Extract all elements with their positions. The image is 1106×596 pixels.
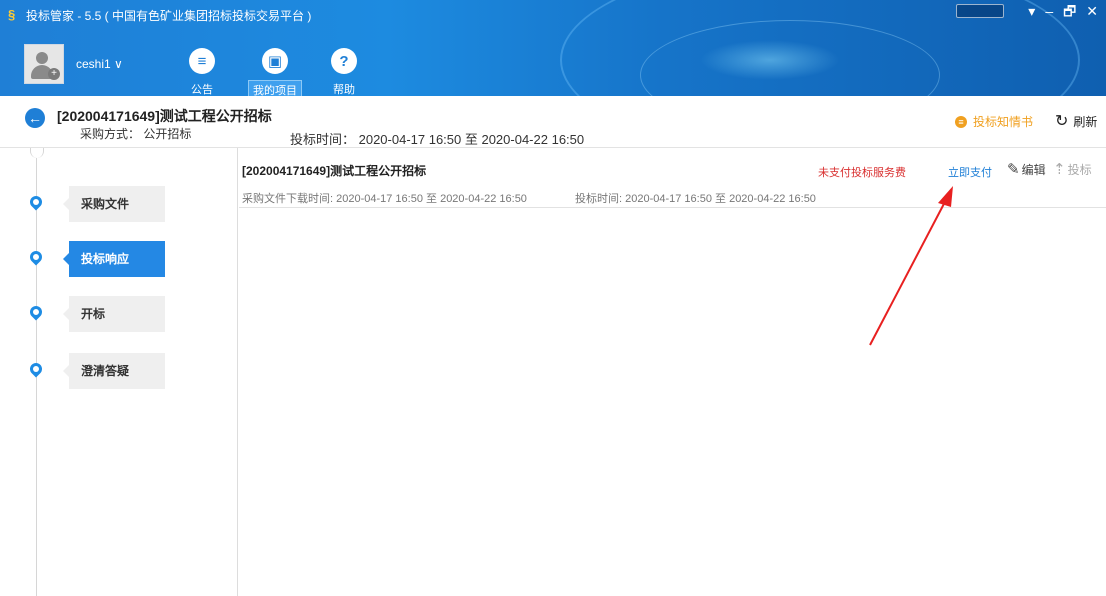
step-label[interactable]: 开标 — [63, 296, 165, 332]
bid-button[interactable]: ⇡ 投标 — [1053, 160, 1092, 178]
top-banner: § 投标管家 - 5.5 ( 中国有色矿业集团招标投标交易平台 ) ▾ – 🗗 … — [0, 0, 1106, 96]
step-sidebar: 采购文件 投标响应 开标 澄清答疑 — [0, 148, 238, 596]
nav-item-my-projects[interactable]: ▣ 我的项目 — [248, 48, 302, 96]
procurement-method: 采购方式： 公开招标 — [80, 127, 192, 141]
briefcase-icon: ▣ — [262, 48, 288, 74]
banner-decoration — [700, 40, 840, 80]
step-procurement-docs[interactable]: 采购文件 — [0, 186, 238, 222]
list-icon: ≡ — [189, 48, 215, 74]
user-menu[interactable]: + ceshi1 ∨ — [24, 44, 123, 84]
location-pin-icon — [27, 193, 45, 211]
item-bid-time: 投标时间: 2020-04-17 16:50 至 2020-04-22 16:5… — [575, 193, 816, 205]
window-title: 投标管家 - 5.5 ( 中国有色矿业集团招标投标交易平台 ) — [26, 8, 312, 23]
back-arrow-icon[interactable]: ← — [25, 108, 45, 128]
bid-label: 投标 — [1067, 162, 1092, 177]
bid-notice-label: 投标知情书 — [973, 115, 1034, 129]
bid-notice-link[interactable]: ≡ 投标知情书 — [955, 113, 1033, 130]
timeline-notch — [30, 148, 44, 158]
bid-time: 投标时间： 2020-04-17 16:50 至 2020-04-22 16:5… — [290, 132, 585, 147]
page-title: [202004171649]测试工程公开招标 — [57, 108, 272, 124]
nav-label: 公告 — [191, 84, 213, 96]
refresh-label: 刷新 — [1073, 114, 1098, 129]
refresh-icon: ↻ — [1055, 113, 1069, 130]
project-header: ← [202004171649]测试工程公开招标 采购方式： 公开招标 投标时间… — [0, 96, 1106, 148]
restore-button[interactable]: 🗗 — [1063, 4, 1076, 18]
location-pin-icon — [27, 248, 45, 266]
refresh-button[interactable]: ↻ 刷新 — [1055, 111, 1097, 131]
minimize-button[interactable]: – — [1045, 4, 1053, 18]
pay-now-link[interactable]: 立即支付 — [948, 164, 992, 180]
status-badge: 未支付投标服务费 — [818, 167, 906, 179]
main-content: [202004171649]测试工程公开招标 采购文件下载时间: 2020-04… — [239, 148, 1106, 596]
window-titlebar: § 投标管家 - 5.5 ( 中国有色矿业集团招标投标交易平台 ) — [8, 6, 311, 24]
nav-item-announcements[interactable]: ≡ 公告 — [187, 48, 217, 96]
edit-label: 编辑 — [1021, 162, 1046, 177]
list-item: [202004171649]测试工程公开招标 采购文件下载时间: 2020-04… — [239, 148, 1106, 208]
item-title: [202004171649]测试工程公开招标 — [242, 164, 427, 178]
download-time: 采购文件下载时间: 2020-04-17 16:50 至 2020-04-22 … — [242, 193, 527, 205]
document-icon: ≡ — [955, 115, 967, 128]
menu-dropdown-icon[interactable]: ▾ — [1028, 4, 1035, 18]
tray-widget[interactable] — [956, 4, 1005, 18]
avatar[interactable]: + — [24, 44, 64, 84]
nav-label: 我的项目 — [248, 80, 302, 96]
window-controls: ▾ – 🗗 ✕ — [956, 4, 1098, 18]
nav-item-help[interactable]: ? 帮助 — [329, 48, 359, 96]
location-pin-icon — [27, 360, 45, 378]
step-label[interactable]: 澄清答疑 — [63, 353, 165, 389]
nav-label: 帮助 — [333, 84, 355, 96]
step-label[interactable]: 采购文件 — [63, 186, 165, 222]
edit-icon: ✎ — [1007, 161, 1020, 178]
step-bid-opening[interactable]: 开标 — [0, 296, 238, 332]
step-bid-response[interactable]: 投标响应 — [0, 241, 238, 277]
step-clarification[interactable]: 澄清答疑 — [0, 353, 238, 389]
edit-button[interactable]: ✎ 编辑 — [1007, 160, 1046, 178]
help-icon: ? — [331, 48, 357, 74]
app-logo-icon: § — [8, 7, 16, 22]
user-name[interactable]: ceshi1 ∨ — [76, 57, 123, 71]
upload-list-icon: ⇡ — [1053, 161, 1066, 178]
location-pin-icon — [27, 303, 45, 321]
close-button[interactable]: ✕ — [1086, 4, 1098, 18]
add-user-icon: + — [48, 68, 60, 80]
step-label[interactable]: 投标响应 — [63, 241, 165, 277]
